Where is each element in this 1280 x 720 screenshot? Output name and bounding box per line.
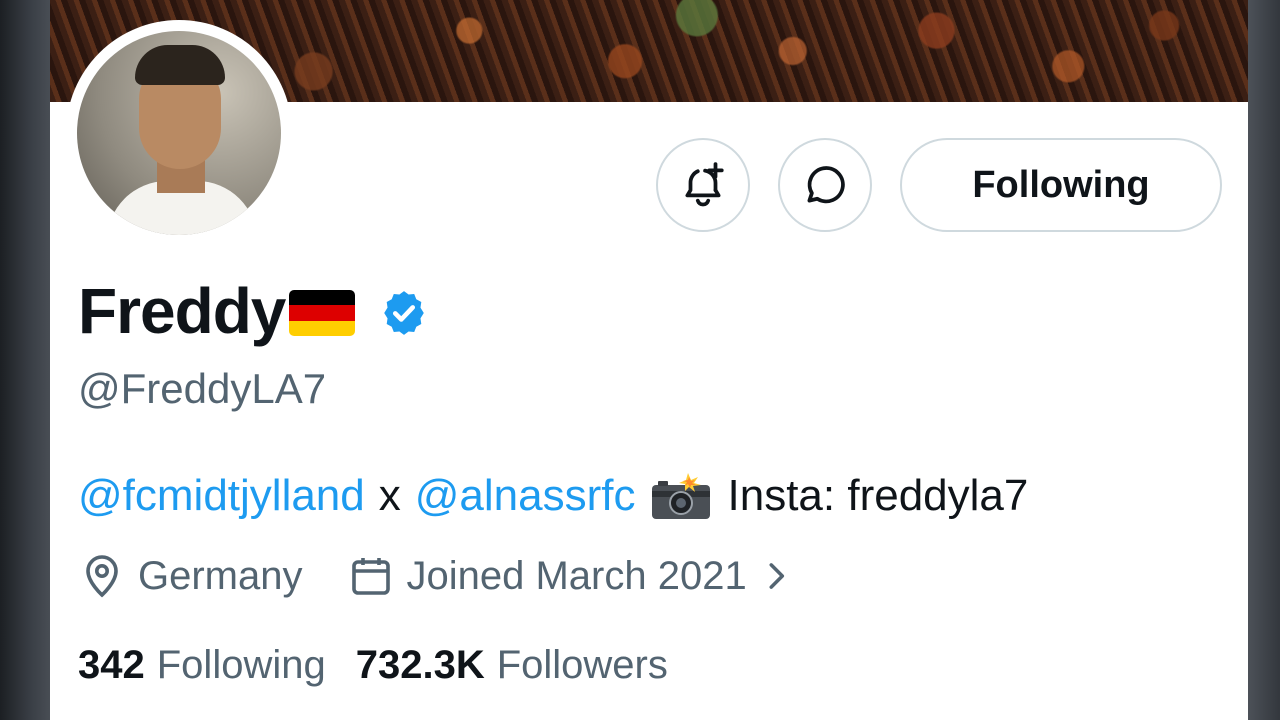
- bio-insta-text: Insta: freddyla7: [727, 471, 1029, 520]
- profile-meta: Germany Joined March 2021: [78, 548, 795, 604]
- avatar-photo: [77, 31, 281, 235]
- location-pin-icon: [86, 555, 118, 598]
- joined-item[interactable]: Joined March 2021: [347, 552, 795, 600]
- profile-stats: 342 Following 732.3K Followers: [78, 638, 668, 692]
- followers-count: 732.3K: [355, 642, 485, 687]
- following-button[interactable]: Following: [900, 138, 1222, 232]
- bio-separator: x: [378, 471, 401, 520]
- location-item: Germany: [78, 552, 303, 600]
- verified-badge-icon[interactable]: [379, 288, 429, 338]
- bio-mention-fcmidtjylland[interactable]: @fcmidtjylland: [78, 471, 365, 521]
- chevron-right-icon[interactable]: [757, 557, 795, 595]
- following-stat[interactable]: 342 Following: [78, 643, 326, 688]
- background-right: [1246, 0, 1280, 720]
- display-name-row: Freddy: [78, 275, 429, 347]
- calendar-icon: [351, 558, 390, 595]
- notify-button[interactable]: [656, 138, 750, 232]
- background-left: [0, 0, 52, 720]
- bell-plus-icon: [685, 162, 724, 207]
- followers-stat[interactable]: 732.3K Followers: [356, 643, 668, 688]
- following-count: 342: [78, 642, 145, 687]
- message-bubble-icon: [807, 166, 845, 204]
- camera-flash-icon: [651, 473, 710, 519]
- following-label: Following: [156, 642, 326, 687]
- message-button[interactable]: [778, 138, 872, 232]
- germany-flag-icon: [289, 290, 356, 336]
- display-name: Freddy: [78, 275, 286, 347]
- location-text: Germany: [138, 553, 303, 598]
- avatar[interactable]: [66, 20, 292, 246]
- user-handle: @FreddyLA7: [78, 365, 327, 412]
- followers-label: Followers: [496, 642, 668, 687]
- bio: @fcmidtjylland x @alnassrfc Insta: fredd…: [78, 468, 1028, 524]
- bio-mention-alnassrfc[interactable]: @alnassrfc: [415, 471, 636, 521]
- joined-text: Joined March 2021: [406, 553, 747, 598]
